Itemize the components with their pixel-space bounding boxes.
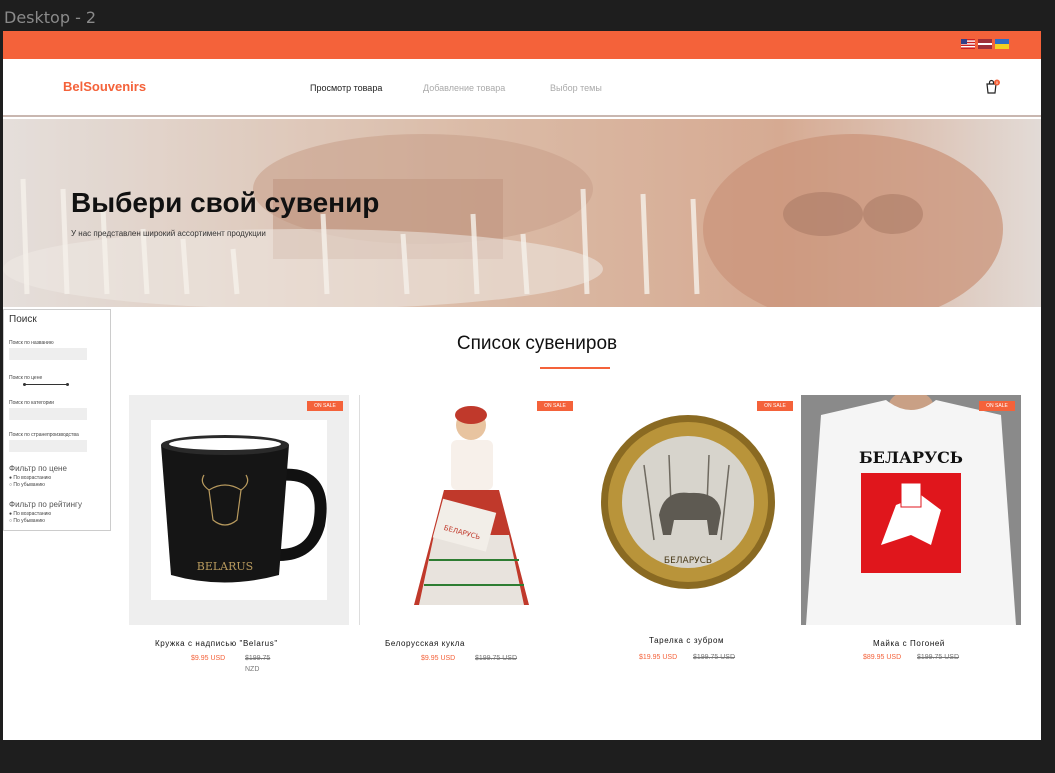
product-old-price-currency: NZD [245, 666, 260, 673]
page-frame: BelSouvenirs Просмотр товара Добавление … [3, 31, 1041, 740]
hero-banner: Выбери свой сувенир У нас представлен ши… [3, 119, 1041, 307]
rating-filter-desc-label: По убыванию [13, 518, 45, 524]
slider-max-handle[interactable] [66, 382, 69, 386]
sale-badge: ON SALE [537, 401, 573, 411]
product-price: $89.95 USD [863, 654, 902, 661]
doll-image[interactable]: БЕЛАРУСЬ [359, 395, 579, 625]
mug-image[interactable]: BELARUS [129, 395, 349, 625]
cart-icon[interactable]: 0 [985, 79, 1001, 95]
price-filter-desc[interactable]: ○ По убыванию [9, 482, 45, 488]
search-by-country-input[interactable] [9, 440, 87, 452]
product-price: $9.95 USD [191, 655, 226, 662]
product-old-price: $199.75 USD [475, 655, 518, 662]
product-name[interactable]: Майка с Погоней [873, 639, 945, 648]
logo[interactable]: BelSouvenirs [63, 79, 146, 94]
top-bar [3, 31, 1041, 59]
product-price: $9.95 USD [421, 655, 456, 662]
slider-min-handle[interactable] [23, 382, 26, 386]
product-old-price: $199.75 USD [917, 654, 960, 661]
section-divider [540, 367, 610, 369]
navbar: BelSouvenirs Просмотр товара Добавление … [3, 59, 1041, 117]
product-name[interactable]: Белорусская кукла [385, 639, 465, 648]
plate-image[interactable]: БЕЛАРУСЬ [579, 395, 799, 625]
price-filter-asc[interactable]: ● По возрастанию [9, 475, 51, 481]
price-filter-heading: Фильтр по цене [9, 464, 67, 473]
language-switcher [961, 39, 1009, 49]
search-by-country-label: Поиск по странепроизводства [9, 432, 79, 438]
ukraine-flag-icon[interactable] [995, 39, 1009, 49]
svg-text:БЕЛАРУСЬ: БЕЛАРУСЬ [859, 448, 963, 467]
rating-filter-asc-label: По возрастанию [13, 511, 52, 517]
us-flag-icon[interactable] [961, 39, 975, 49]
nav-view-products[interactable]: Просмотр товара [310, 83, 382, 93]
product-name[interactable]: Кружка с надписью "Belarus" [155, 639, 278, 648]
tshirt-image[interactable]: БЕЛАРУСЬ [801, 395, 1021, 625]
hero-title: Выбери свой сувенир [71, 187, 380, 218]
rating-filter-heading: Фильтр по рейтингу [9, 500, 82, 509]
sale-badge: ON SALE [757, 401, 793, 411]
product-old-price: $199.75 [245, 655, 271, 662]
search-by-category-label: Поиск по категории [9, 400, 54, 406]
price-filter-asc-label: По возрастанию [13, 475, 52, 481]
sidebar-title: Поиск [9, 314, 37, 325]
product-name[interactable]: Тарелка с зубром [649, 636, 724, 645]
nav-add-product[interactable]: Добавление товара [423, 83, 505, 93]
search-by-price-label: Поиск по цене [9, 375, 43, 381]
nav-choose-theme[interactable]: Выбор темы [550, 83, 602, 93]
rating-filter-asc[interactable]: ● По возрастанию [9, 511, 51, 517]
search-by-category-input[interactable] [9, 408, 87, 420]
sale-badge: ON SALE [979, 401, 1015, 411]
price-range-slider[interactable] [23, 382, 69, 386]
sale-badge: ON SALE [307, 401, 343, 411]
product-price: $19.95 USD [639, 654, 678, 661]
price-filter-desc-label: По убыванию [13, 482, 45, 488]
artboard-label: Desktop - 2 [4, 8, 97, 27]
rating-filter-desc[interactable]: ○ По убыванию [9, 518, 45, 524]
section-title: Список сувениров [456, 333, 618, 354]
svg-text:BELARUS: BELARUS [197, 560, 253, 573]
product-old-price: $199.75 USD [693, 654, 736, 661]
hero-subtitle: У нас представлен широкий ассортимент пр… [71, 229, 266, 238]
latvia-flag-icon[interactable] [978, 39, 992, 49]
svg-text:БЕЛАРУСЬ: БЕЛАРУСЬ [664, 556, 712, 566]
